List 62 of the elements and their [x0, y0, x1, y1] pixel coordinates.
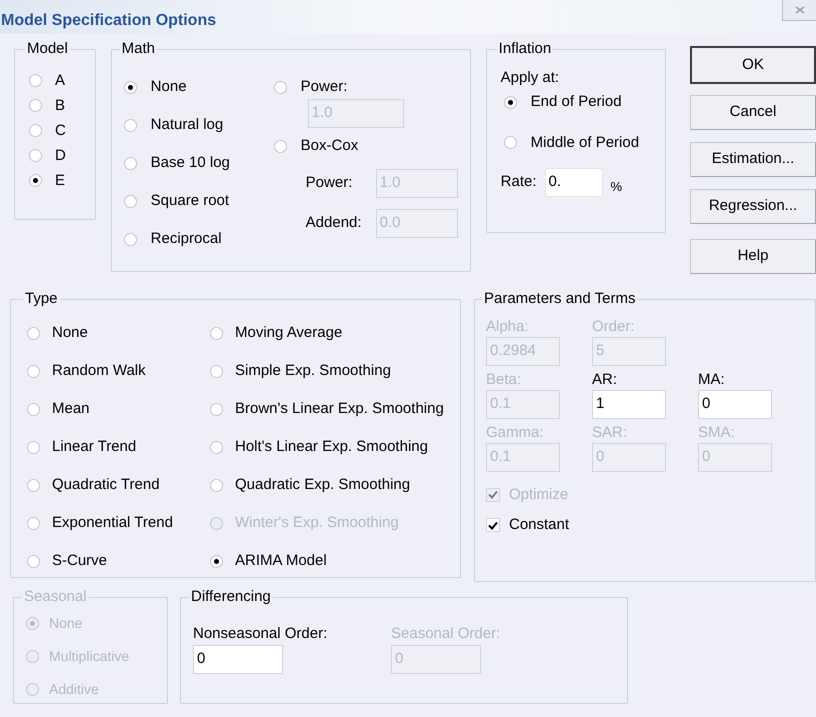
field-label: Order:	[592, 316, 636, 336]
radio-button[interactable]: Random Walk	[27, 360, 146, 383]
radio-button[interactable]: Middle of Period	[504, 132, 640, 154]
dialog-button[interactable]: Regression...	[690, 189, 816, 224]
radio-button[interactable]: Square root	[124, 190, 230, 213]
dialog-button[interactable]: Cancel	[690, 95, 816, 130]
radio-button[interactable]: A	[29, 70, 66, 90]
radio-button[interactable]: E	[29, 170, 66, 190]
radio-button[interactable]: Exponential Trend	[27, 512, 173, 535]
group-label: Parameters and Terms	[483, 289, 636, 309]
field-label: Beta:	[486, 370, 522, 390]
group-label: Inflation	[498, 39, 552, 59]
field-label: AR:	[592, 370, 618, 390]
radio-button[interactable]: C	[29, 120, 66, 140]
input-field[interactable]: 0	[193, 644, 283, 674]
radio-button[interactable]: Quadratic Exp. Smoothing	[210, 474, 410, 497]
dialog-button[interactable]: Estimation...	[690, 142, 816, 177]
field-label: Power:	[306, 173, 354, 194]
input-field[interactable]: 0	[698, 390, 772, 418]
radio-button[interactable]: Base 10 log	[124, 152, 230, 175]
checkbox[interactable]: Constant	[486, 514, 570, 536]
radio-button[interactable]: S-Curve	[27, 550, 108, 573]
radio-button[interactable]: Holt's Linear Exp. Smoothing	[210, 436, 428, 459]
radio-button[interactable]: End of Period	[504, 91, 622, 114]
percent-label: %	[610, 178, 622, 196]
radio-button[interactable]: D	[29, 146, 66, 164]
radio-button[interactable]: ARIMA Model	[210, 550, 327, 573]
field-label: Addend:	[306, 213, 363, 234]
radio-button[interactable]: Natural log	[124, 114, 224, 137]
radio-button[interactable]: Moving Average	[210, 322, 342, 345]
radio-button[interactable]: Mean	[27, 398, 90, 421]
radio-button[interactable]: Power:	[274, 76, 348, 99]
window-title: Model Specification Options	[1, 11, 216, 31]
group-label: Math	[120, 39, 156, 59]
field-label: SAR:	[592, 422, 628, 442]
field-label: SMA:	[698, 422, 736, 442]
group-label: Differencing	[190, 587, 272, 607]
rate-label: Rate:	[500, 172, 537, 192]
apply-at-label: Apply at:	[500, 68, 560, 88]
radio-button[interactable]: B	[29, 96, 66, 114]
dialog-button[interactable]: OK	[690, 46, 816, 84]
radio-button[interactable]: Linear Trend	[27, 436, 136, 459]
radio-button[interactable]: Simple Exp. Smoothing	[210, 360, 391, 383]
rate-field[interactable]: 0.	[544, 168, 603, 197]
group-label: Seasonal	[23, 587, 88, 607]
close-button[interactable]	[782, 0, 816, 21]
group-label: Model	[26, 39, 69, 59]
radio-button[interactable]: Reciprocal	[124, 228, 222, 251]
radio-button[interactable]: Box-Cox	[274, 135, 358, 158]
radio-button[interactable]: Quadratic Trend	[27, 474, 160, 497]
input-field[interactable]: 1	[592, 390, 666, 418]
field-label: Nonseasonal Order:	[193, 624, 328, 644]
field-label: Seasonal Order:	[391, 624, 502, 644]
radio-button[interactable]: None	[27, 322, 88, 345]
radio-button[interactable]: Brown's Linear Exp. Smoothing	[210, 398, 444, 421]
field-label: Gamma:	[486, 422, 545, 442]
close-icon	[795, 6, 805, 14]
group-label: Type	[24, 289, 59, 309]
field-label: MA:	[698, 370, 726, 390]
dialog-button[interactable]: Help	[690, 239, 816, 274]
field-label: Alpha:	[486, 316, 530, 336]
radio-button[interactable]: None	[124, 76, 187, 99]
